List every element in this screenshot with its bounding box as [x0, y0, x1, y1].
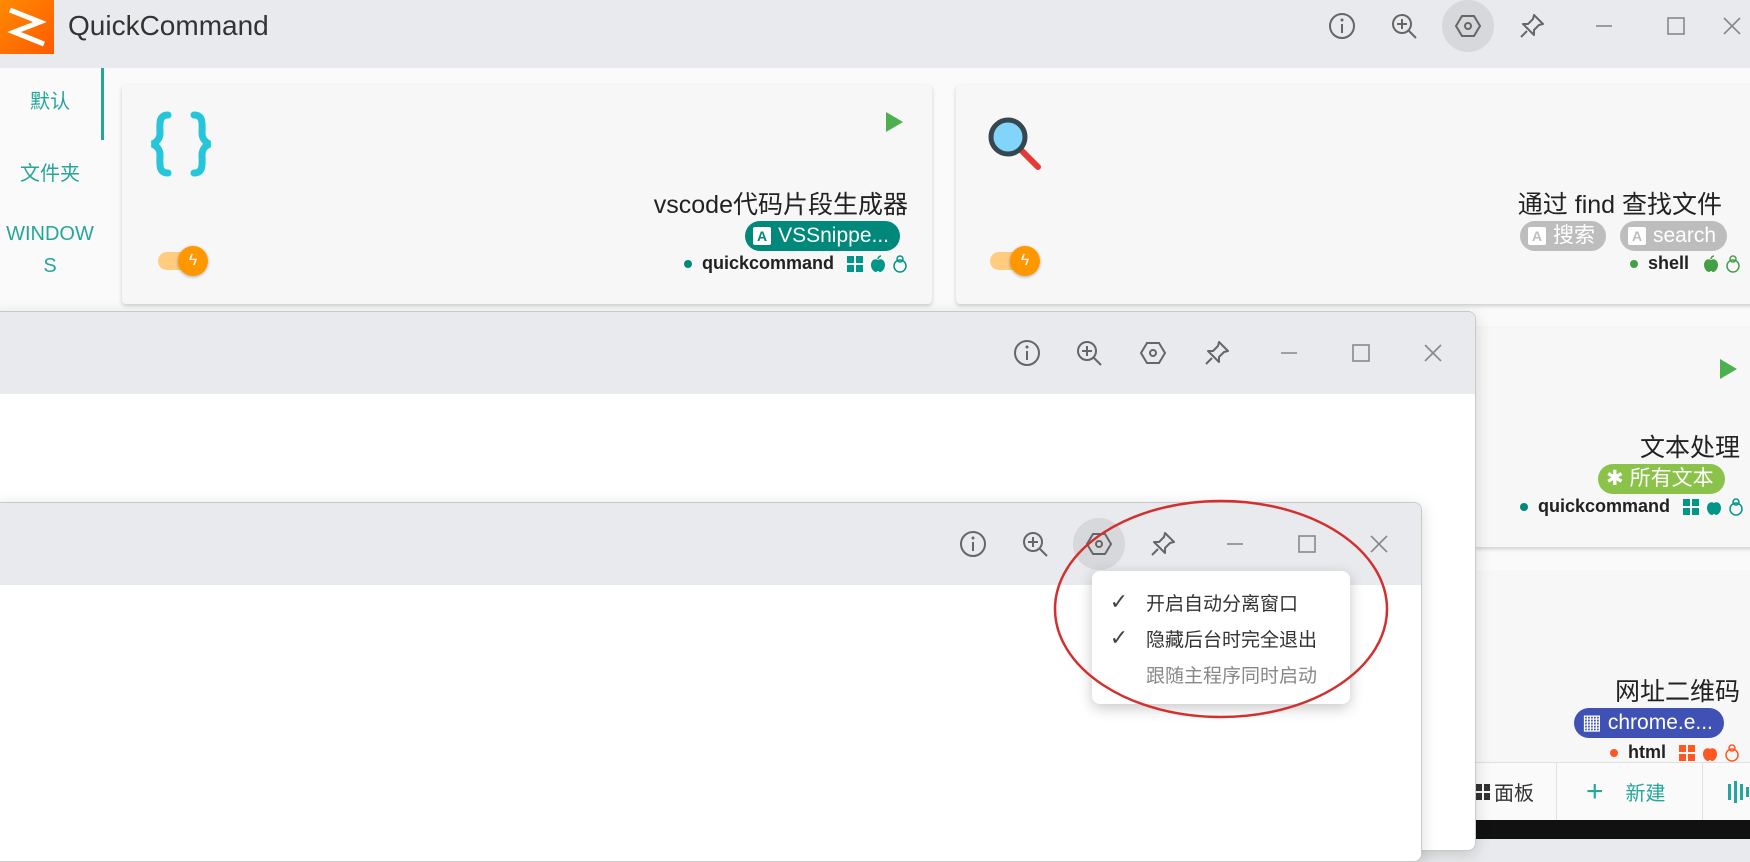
command-card[interactable]: 通过 find 查找文件 A 搜索 Asearch shell ϟ — [956, 85, 1750, 304]
bolt-icon: ϟ — [1010, 246, 1040, 276]
more-icon[interactable] — [1728, 781, 1750, 803]
maximize-icon[interactable] — [1335, 327, 1387, 379]
card-title: 通过 find 查找文件 — [1517, 191, 1722, 219]
minimize-icon[interactable] — [1263, 327, 1315, 379]
close-icon[interactable] — [1407, 327, 1459, 379]
close-icon[interactable] — [1722, 0, 1750, 52]
grid-icon — [1476, 783, 1492, 801]
card-title: 文本处理 — [1639, 434, 1740, 462]
command-type-label: quickcommand — [701, 253, 834, 273]
info-icon[interactable] — [1316, 0, 1368, 52]
feature-toggle[interactable]: ϟ — [990, 246, 1042, 276]
card-title: 网址二维码 — [1614, 678, 1740, 706]
feature-tag: ✱ 所有文本 — [1598, 464, 1725, 494]
feature-tag: A 搜索 — [1520, 221, 1606, 251]
window-title-bar — [0, 312, 1475, 394]
main-window: QuickCommand 默认 文件夹 WINDOW S vscode代码片段生… — [0, 0, 1750, 862]
status-dot — [1520, 502, 1528, 511]
pin-icon[interactable] — [1191, 327, 1243, 379]
command-type-label: quickcommand — [1538, 496, 1671, 516]
status-dot — [1630, 259, 1638, 268]
panel-button[interactable]: 面板 — [1476, 777, 1534, 806]
bottom-toolbar: 面板 + 新建 — [1476, 762, 1750, 821]
command-type-label: html — [1628, 742, 1666, 762]
new-button[interactable]: + 新建 — [1586, 774, 1666, 808]
apple-icon — [1702, 744, 1718, 762]
sidebar-item-windows[interactable]: WINDOW S — [0, 218, 100, 282]
sidebar-item-folder[interactable]: 文件夹 — [0, 158, 100, 190]
run-icon[interactable] — [884, 111, 904, 133]
app-logo-icon — [0, 0, 54, 54]
card-meta: quickcommand — [683, 253, 908, 274]
info-icon[interactable] — [947, 518, 999, 570]
taskbar-strip — [1476, 820, 1750, 839]
zoom-in-icon[interactable] — [1063, 327, 1115, 379]
card-meta: shell — [1630, 253, 1741, 274]
card-meta: quickcommand — [1520, 496, 1744, 517]
bolt-icon: ϟ — [178, 246, 208, 276]
linux-icon — [1728, 497, 1744, 516]
windows-icon — [846, 255, 864, 273]
feature-toggle[interactable]: ϟ — [158, 246, 210, 276]
apple-icon — [870, 254, 886, 273]
minimize-icon[interactable] — [1578, 0, 1630, 52]
settings-hexagon-icon[interactable] — [1442, 0, 1494, 52]
pin-icon[interactable] — [1506, 0, 1558, 52]
linux-icon — [1724, 743, 1740, 762]
divider — [1702, 763, 1703, 821]
apple-icon — [1703, 254, 1719, 273]
curly-braces-icon — [146, 109, 216, 179]
sidebar-active-indicator — [101, 68, 104, 140]
card-title: vscode代码片段生成器 — [653, 191, 908, 219]
feature-tag: Asearch — [1620, 221, 1728, 251]
windows-icon — [1678, 744, 1696, 762]
sidebar: 默认 文件夹 WINDOW S — [0, 68, 104, 308]
linux-icon — [892, 254, 908, 273]
feature-tag: A VSSnippe... — [745, 221, 900, 251]
linux-icon — [1725, 254, 1741, 273]
plus-icon: + — [1586, 774, 1604, 808]
title-bar: QuickCommand — [0, 0, 1750, 68]
apple-icon — [1706, 498, 1722, 516]
sidebar-item-default[interactable]: 默认 — [0, 86, 100, 118]
run-icon[interactable] — [1718, 358, 1738, 380]
zoom-in-icon[interactable] — [1378, 0, 1430, 52]
divider — [1556, 763, 1557, 821]
status-dot — [683, 259, 692, 268]
annotation-ellipse — [1052, 498, 1390, 720]
windows-icon — [1682, 498, 1700, 516]
info-icon[interactable] — [1001, 327, 1053, 379]
app-title: QuickCommand — [68, 10, 269, 41]
magnifier-icon — [986, 115, 1044, 173]
maximize-icon[interactable] — [1650, 0, 1702, 52]
command-card[interactable]: vscode代码片段生成器 A VSSnippe... quickcommand … — [122, 85, 932, 304]
card-meta: html — [1610, 742, 1740, 763]
command-type-label: shell — [1648, 253, 1690, 273]
settings-hexagon-icon[interactable] — [1127, 327, 1179, 379]
feature-tag: ▦ chrome.e... — [1574, 708, 1724, 738]
status-dot — [1610, 748, 1618, 757]
